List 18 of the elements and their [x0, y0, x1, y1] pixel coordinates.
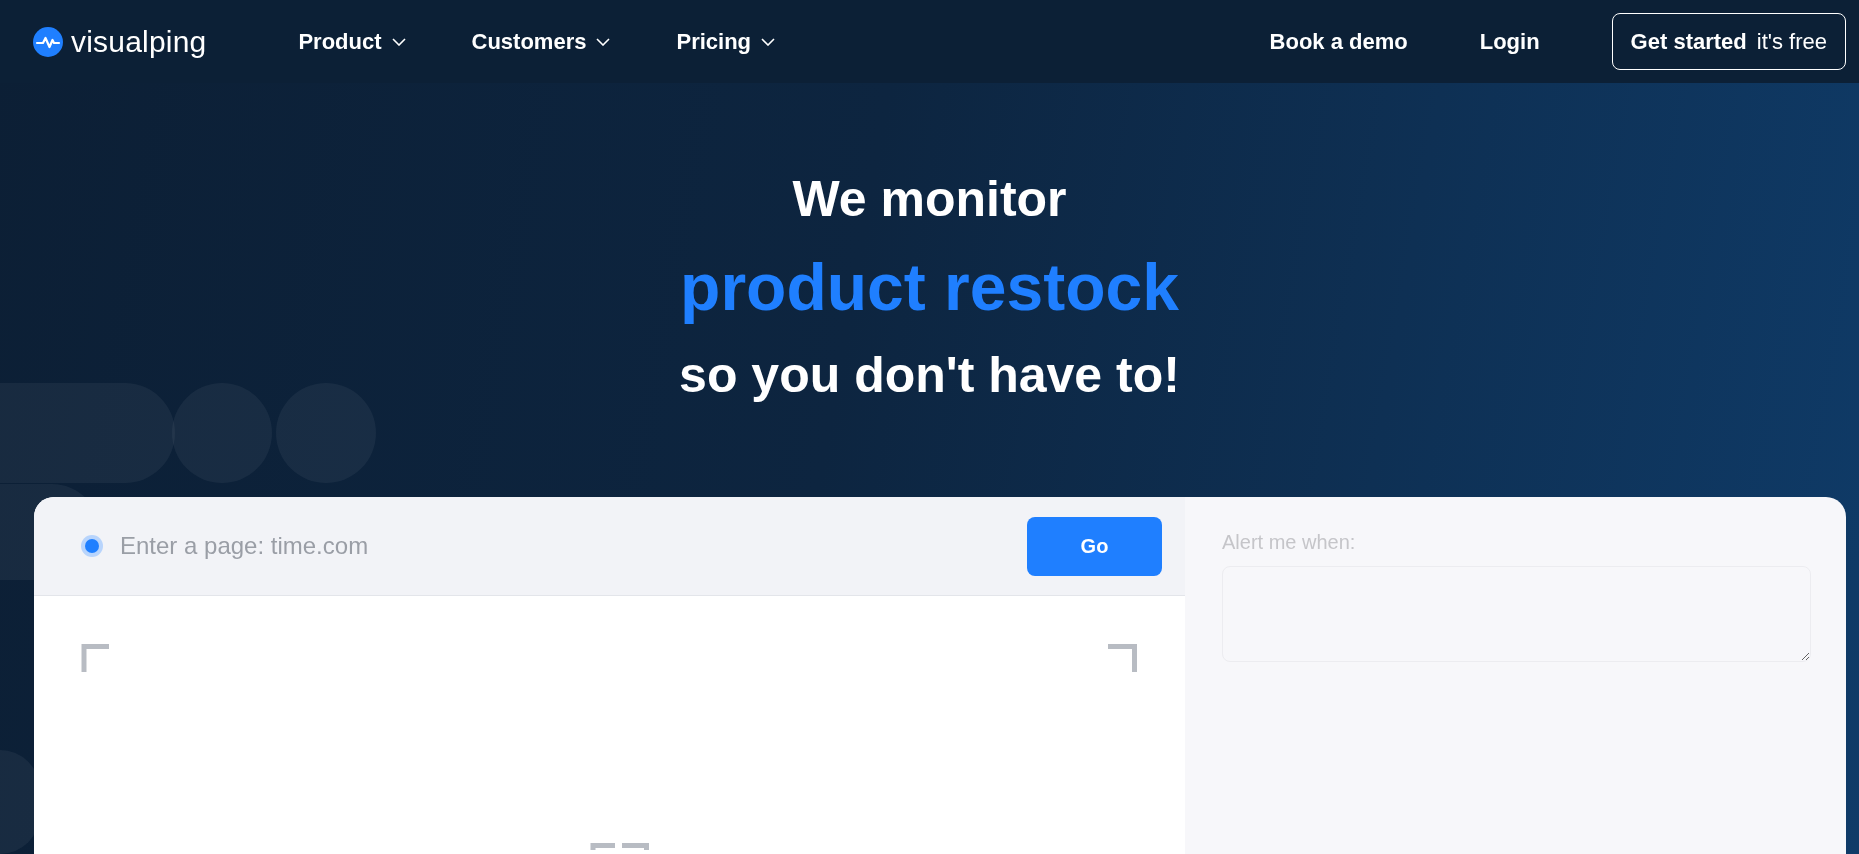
alert-text-field[interactable]	[1222, 566, 1811, 662]
radio-dot-icon	[81, 535, 103, 557]
url-input[interactable]: Enter a page: time.com	[120, 528, 1010, 564]
logo-text: visualping	[71, 24, 207, 59]
nav-menu-link[interactable]: Pricing	[676, 28, 776, 55]
nav-link[interactable]: Book a demo	[1269, 28, 1408, 55]
chevron-down-icon	[391, 37, 406, 46]
go-button[interactable]: Go	[1027, 516, 1162, 576]
headline-text: product restock	[680, 249, 1179, 325]
nav-menu-link[interactable]: Customers	[471, 28, 611, 55]
logo-icon	[33, 26, 63, 57]
nav-link[interactable]: Login	[1479, 28, 1540, 55]
get-started-button[interactable]: Get started it's free	[1611, 13, 1846, 70]
headline-text: We monitor	[792, 170, 1067, 228]
chevron-down-icon	[761, 37, 776, 46]
nav-menu-link[interactable]: Product	[298, 28, 406, 55]
headline-text: so you don't have to!	[679, 346, 1180, 404]
chevron-down-icon	[596, 37, 611, 46]
